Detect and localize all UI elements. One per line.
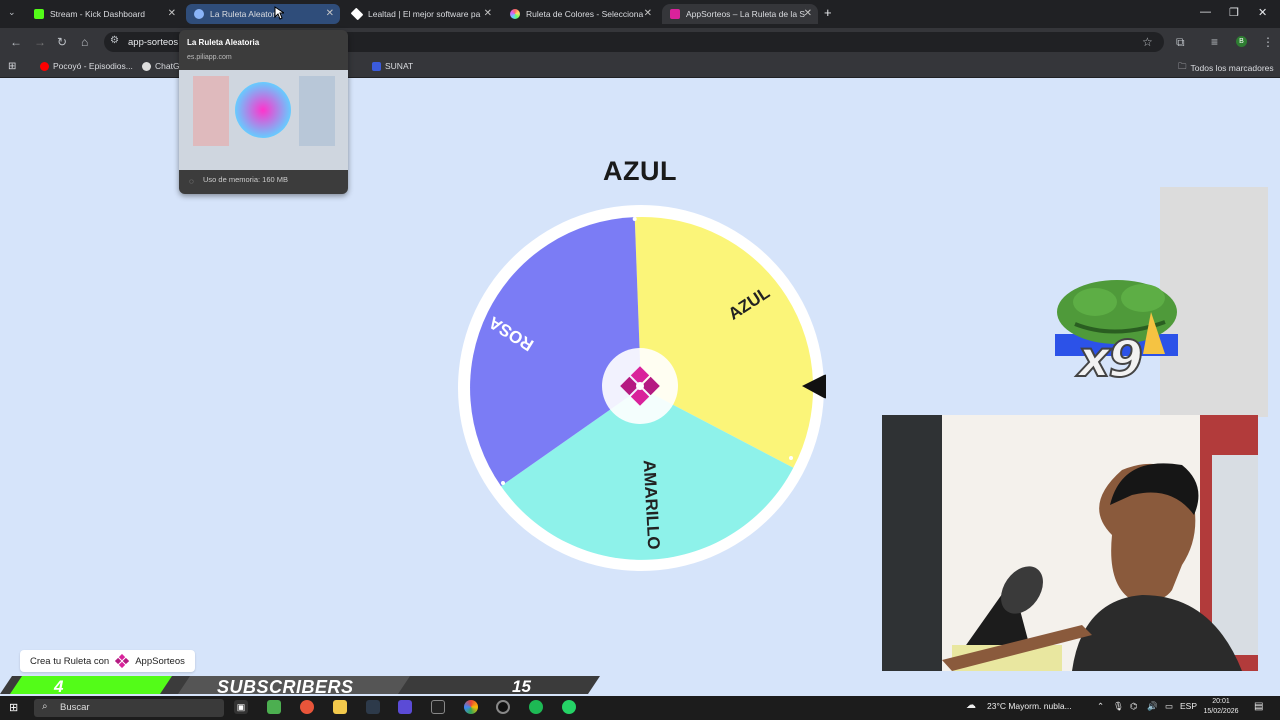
subscriber-goal: 15 <box>512 677 531 696</box>
address-text: app-sorteos <box>128 37 179 48</box>
folder-icon: 🗀 <box>1178 61 1187 71</box>
obs-icon[interactable] <box>496 700 510 714</box>
appsorteos-promo[interactable]: Crea tu Ruleta con AppSorteos <box>20 650 195 672</box>
site-info-icon[interactable]: ⚙ <box>110 35 119 46</box>
promo-brand: AppSorteos <box>135 655 185 667</box>
app-icon[interactable] <box>366 700 380 714</box>
reading-list-icon[interactable]: ≡ <box>1211 35 1218 49</box>
tab-lealtad[interactable]: Lealtad | El mejor software pa ✕ <box>344 4 498 24</box>
youtube-icon <box>40 61 49 71</box>
diamond-icon <box>350 7 364 21</box>
close-tab-icon[interactable]: ✕ <box>484 8 492 19</box>
peg <box>789 456 793 460</box>
peg <box>501 481 505 485</box>
close-tab-icon[interactable]: ✕ <box>168 8 176 19</box>
apps-grid-icon[interactable]: ⊞ <box>8 61 16 72</box>
tab-appsorteos[interactable]: AppSorteos – La Ruleta de la S ✕ <box>662 4 818 24</box>
bookmark-label: SUNAT <box>385 61 414 71</box>
globe-icon <box>194 9 204 19</box>
roulette-result: AZUL <box>603 156 677 186</box>
tray-overflow-icon[interactable]: ⌃ <box>1097 701 1104 712</box>
restore-icon[interactable]: ❐ <box>1229 6 1239 19</box>
volume-icon[interactable]: 🔊 <box>1147 701 1158 712</box>
file-explorer-icon[interactable] <box>333 700 347 714</box>
taskbar-search-text: Buscar <box>60 702 90 713</box>
preview-memory: Uso de memoria: 160 MB <box>203 175 289 184</box>
subscriber-count: 4 <box>54 677 64 696</box>
spotify-icon[interactable] <box>529 700 543 714</box>
tab-hover-preview: La Ruleta Aleatoria es.piliapp.com ◌ Uso… <box>179 30 348 194</box>
subscriber-label: SUBSCRIBERS <box>217 677 354 697</box>
preview-url: es.piliapp.com <box>187 54 232 61</box>
weather-text[interactable]: 23°C Mayorm. nubla... <box>987 701 1072 711</box>
memory-icon: ◌ <box>189 177 194 186</box>
chatgpt-icon <box>142 61 151 71</box>
peg <box>632 217 637 221</box>
whatsapp-icon[interactable] <box>562 700 576 714</box>
tab-title: Ruleta de Colores - Selecciona <box>526 9 644 19</box>
bookmark-star-icon[interactable]: ☆ <box>1142 35 1153 49</box>
streaming-app-icon[interactable] <box>398 700 412 714</box>
bookmark-sunat[interactable]: SUNAT <box>372 61 413 71</box>
task-view-icon[interactable]: ▣ <box>234 700 248 714</box>
preview-thumbnail <box>179 70 348 170</box>
clock-time: 20:01 <box>1212 698 1230 705</box>
mouse-cursor-icon <box>274 6 284 20</box>
browser-tabstrip: ⌄ Stream - Kick Dashboard ✕ La Ruleta Al… <box>0 0 1280 28</box>
firefox-icon[interactable] <box>300 700 314 714</box>
taskbar-clock[interactable]: 20:01 15/02/2026 <box>1196 697 1246 717</box>
extensions-icon[interactable]: ⧉ <box>1176 35 1185 50</box>
bookmark-pocoyo[interactable]: Pocoyó - Episodios... <box>40 61 133 71</box>
tab-title: AppSorteos – La Ruleta de la S <box>686 9 806 19</box>
tab-kick-dashboard[interactable]: Stream - Kick Dashboard ✕ <box>26 4 182 24</box>
chrome-icon[interactable] <box>464 700 478 714</box>
battery-icon[interactable]: ▭ <box>1165 701 1173 712</box>
search-icon: ⌕ <box>42 701 48 712</box>
close-window-icon[interactable]: ✕ <box>1258 6 1267 19</box>
subscriber-progress-fill <box>10 676 172 694</box>
tab-search-icon[interactable]: ⌄ <box>8 7 16 18</box>
microphone-icon[interactable]: 🎙 <box>1113 701 1124 712</box>
close-tab-icon[interactable]: ✕ <box>804 8 812 19</box>
new-tab-button[interactable]: + <box>824 5 832 20</box>
tab-title: Stream - Kick Dashboard <box>50 9 145 19</box>
appsorteos-logo-icon <box>115 654 130 668</box>
minecraft-icon[interactable] <box>267 700 281 714</box>
tab-title: La Ruleta Aleatoria <box>210 9 282 19</box>
profile-avatar[interactable]: B <box>1236 36 1247 47</box>
close-tab-icon[interactable]: ✕ <box>326 8 334 19</box>
all-bookmarks-label: Todos los marcadores <box>1190 63 1274 73</box>
close-tab-icon[interactable]: ✕ <box>644 8 652 19</box>
sunat-icon <box>372 61 381 71</box>
tab-title: Lealtad | El mejor software pa <box>368 9 481 19</box>
bookmark-label: Pocoyó - Episodios... <box>53 61 133 71</box>
back-icon[interactable]: ← <box>10 35 22 49</box>
kick-icon <box>34 9 44 19</box>
forward-icon[interactable]: → <box>34 35 46 49</box>
webcam-feed <box>882 415 1258 671</box>
clock-date: 15/02/2026 <box>1203 708 1239 715</box>
weather-icon[interactable]: ☁ <box>966 700 976 711</box>
appsorteos-icon <box>670 9 680 19</box>
notifications-icon[interactable]: ▤ <box>1254 701 1263 712</box>
reload-icon[interactable]: ↻ <box>57 35 67 49</box>
tab-ruleta-colores[interactable]: Ruleta de Colores - Selecciona ✕ <box>502 4 658 24</box>
language-indicator[interactable]: ESP <box>1180 701 1197 711</box>
color-wheel-icon <box>510 9 520 19</box>
capcut-icon[interactable] <box>431 700 445 714</box>
minimize-icon[interactable]: — <box>1200 6 1211 18</box>
promo-text: Crea tu Ruleta con <box>30 655 110 667</box>
roulette-wheel[interactable]: AZUL AMARILLO ROSA <box>456 203 840 573</box>
tab-ruleta-aleatoria[interactable]: La Ruleta Aleatoria ✕ <box>186 4 340 24</box>
menu-kebab-icon[interactable]: ⋮ <box>1262 35 1274 49</box>
all-bookmarks[interactable]: 🗀 Todos los marcadores <box>1178 61 1274 75</box>
network-icon[interactable]: ⌬ <box>1130 701 1137 712</box>
preview-title: La Ruleta Aleatoria <box>187 38 260 47</box>
multiplier-text: x9 <box>1077 329 1144 389</box>
home-icon[interactable]: ⌂ <box>81 35 88 49</box>
windows-start-icon[interactable]: ⊞ <box>9 701 18 714</box>
